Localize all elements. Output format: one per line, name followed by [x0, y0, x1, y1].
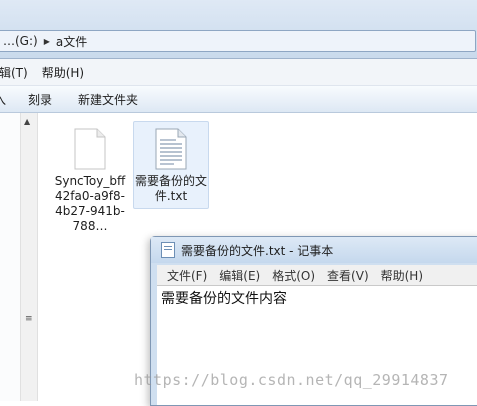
breadcrumb-folder[interactable]: a文件 — [56, 33, 87, 50]
file-item-synctoy[interactable]: SyncToy_bff42fa0-a9f8-4b27-941b-788… — [53, 122, 127, 234]
cmd-include[interactable]: 入 — [0, 91, 6, 108]
cmd-new-folder[interactable]: 新建文件夹 — [78, 91, 138, 108]
notepad-title-bar[interactable]: 需要备份的文件.txt - 记事本 — [151, 237, 477, 263]
watermark: https://blog.csdn.net/qq_29914837 — [134, 371, 449, 389]
notepad-menu-file[interactable]: 文件(F) — [167, 267, 207, 284]
notepad-icon — [161, 242, 175, 258]
file-name: SyncToy_bff42fa0-a9f8-4b27-941b-788… — [54, 174, 126, 233]
menu-bar: 编辑(T) 帮助(H) — [0, 59, 477, 86]
file-item-backup-txt[interactable]: 需要备份的文件.txt — [133, 121, 209, 209]
cmd-burn[interactable]: 刻录 — [28, 91, 52, 108]
command-bar: 入 刻录 新建文件夹 — [0, 86, 477, 113]
scroll-up-icon[interactable]: ▲ — [24, 117, 30, 126]
notepad-menu-help[interactable]: 帮助(H) — [381, 267, 423, 284]
file-name: 需要备份的文件.txt — [134, 174, 207, 203]
notepad-menu-bar: 文件(F) 编辑(E) 格式(O) 查看(V) 帮助(H) — [157, 265, 477, 285]
notepad-menu-format[interactable]: 格式(O) — [272, 267, 315, 284]
text-file-icon — [154, 128, 188, 170]
address-field[interactable]: …(G:) ▶ a文件 — [0, 30, 476, 52]
blank-file-icon — [73, 128, 107, 170]
breadcrumb-drive[interactable]: …(G:) — [3, 34, 38, 48]
navigation-pane[interactable] — [0, 113, 20, 401]
breadcrumb-arrow-icon[interactable]: ▶ — [44, 37, 50, 46]
menu-help[interactable]: 帮助(H) — [42, 64, 84, 81]
notepad-menu-view[interactable]: 查看(V) — [327, 267, 369, 284]
scroll-grip-icon[interactable]: ≡ — [25, 315, 33, 324]
notepad-title: 需要备份的文件.txt - 记事本 — [181, 243, 334, 258]
menu-edit-tools[interactable]: 编辑(T) — [0, 64, 28, 81]
address-bar: …(G:) ▶ a文件 — [0, 0, 477, 59]
nav-scrollbar[interactable]: ▲ ≡ — [20, 113, 38, 401]
notepad-menu-edit[interactable]: 编辑(E) — [219, 267, 260, 284]
